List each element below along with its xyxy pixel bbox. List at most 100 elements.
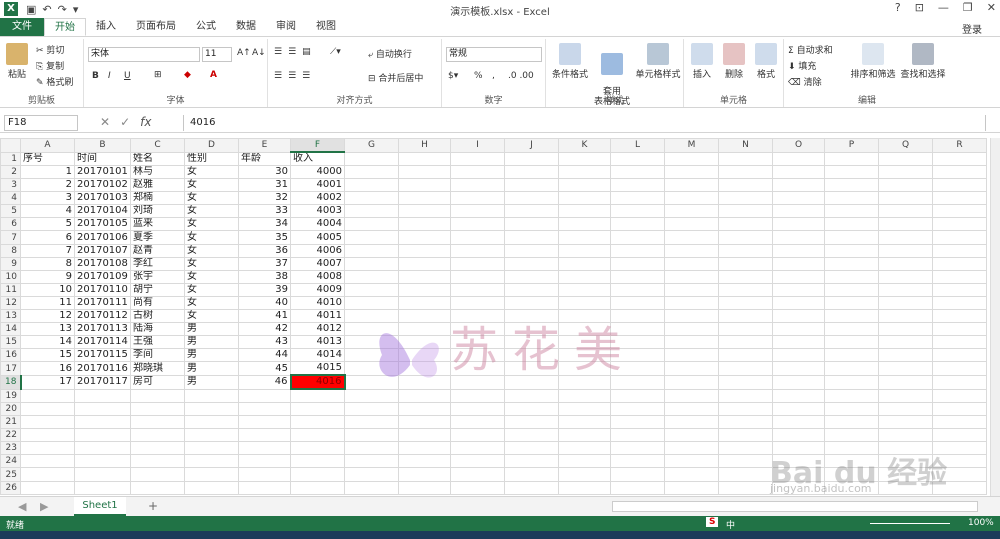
cell[interactable] bbox=[932, 401, 987, 417]
cell[interactable] bbox=[610, 454, 665, 469]
cell[interactable] bbox=[344, 428, 399, 443]
cell[interactable] bbox=[878, 322, 933, 337]
save-icon[interactable]: ▣ bbox=[26, 3, 36, 16]
cell[interactable] bbox=[718, 269, 773, 284]
cell[interactable] bbox=[664, 415, 719, 430]
cell[interactable] bbox=[878, 335, 933, 350]
cell[interactable] bbox=[398, 230, 451, 245]
cell[interactable] bbox=[664, 322, 719, 337]
cell[interactable] bbox=[184, 454, 239, 469]
cell[interactable] bbox=[184, 441, 239, 456]
row-header[interactable]: 5 bbox=[0, 204, 21, 219]
tab-view[interactable]: 视图 bbox=[306, 18, 346, 36]
cell[interactable] bbox=[344, 178, 399, 193]
cell[interactable]: 4002 bbox=[290, 191, 345, 206]
cell[interactable] bbox=[558, 243, 611, 258]
cell[interactable] bbox=[130, 401, 185, 417]
cell[interactable] bbox=[932, 204, 987, 219]
cell[interactable]: 4012 bbox=[290, 322, 345, 337]
cell[interactable]: 33 bbox=[238, 204, 291, 219]
cell[interactable] bbox=[932, 282, 987, 297]
column-header[interactable]: C bbox=[130, 138, 185, 153]
cell[interactable] bbox=[824, 230, 879, 245]
cell[interactable] bbox=[398, 164, 451, 180]
row-header[interactable]: 15 bbox=[0, 335, 21, 350]
cell[interactable] bbox=[344, 164, 399, 180]
tab-review[interactable]: 审阅 bbox=[266, 18, 306, 36]
row-header[interactable]: 16 bbox=[0, 348, 21, 363]
cell[interactable]: 男 bbox=[184, 348, 239, 363]
cell[interactable] bbox=[610, 415, 665, 430]
cell[interactable] bbox=[664, 454, 719, 469]
cell[interactable] bbox=[504, 230, 559, 245]
cell[interactable] bbox=[772, 243, 825, 258]
cell[interactable]: 收入 bbox=[290, 151, 345, 166]
row-header[interactable]: 26 bbox=[0, 480, 21, 495]
cell[interactable] bbox=[664, 480, 719, 495]
prev-sheet-icon[interactable]: ◀ bbox=[18, 500, 26, 513]
cell[interactable] bbox=[772, 269, 825, 284]
cell[interactable]: 42 bbox=[238, 322, 291, 337]
increase-font-icon[interactable]: A↑ bbox=[237, 48, 251, 58]
tab-page-layout[interactable]: 页面布局 bbox=[126, 18, 186, 36]
cell[interactable]: 20170105 bbox=[74, 217, 131, 232]
insert-cells-button[interactable]: 插入 bbox=[688, 43, 716, 80]
cell[interactable] bbox=[398, 191, 451, 206]
column-header[interactable]: O bbox=[772, 138, 825, 153]
row-header[interactable]: 21 bbox=[0, 415, 21, 430]
cell[interactable]: 34 bbox=[238, 217, 291, 232]
cell[interactable] bbox=[772, 204, 825, 219]
add-sheet-button[interactable]: + bbox=[148, 499, 158, 513]
cell[interactable]: 4009 bbox=[290, 282, 345, 297]
cell[interactable] bbox=[130, 441, 185, 456]
cell[interactable] bbox=[344, 217, 399, 232]
number-format-select[interactable]: 常规 bbox=[446, 47, 542, 62]
cell[interactable]: 男 bbox=[184, 361, 239, 376]
cell[interactable] bbox=[878, 282, 933, 297]
row-header[interactable]: 6 bbox=[0, 217, 21, 232]
cell[interactable] bbox=[932, 348, 987, 363]
row-header[interactable]: 2 bbox=[0, 164, 21, 180]
cell[interactable] bbox=[238, 441, 291, 456]
cell[interactable]: 20170113 bbox=[74, 322, 131, 337]
cell[interactable]: 36 bbox=[238, 243, 291, 258]
row-header[interactable]: 18 bbox=[0, 374, 22, 390]
cell[interactable]: 陆海 bbox=[130, 322, 185, 337]
cell[interactable] bbox=[398, 243, 451, 258]
cell[interactable] bbox=[398, 204, 451, 219]
column-header[interactable]: D bbox=[184, 138, 239, 153]
cell[interactable] bbox=[932, 217, 987, 232]
cell[interactable] bbox=[238, 467, 291, 482]
cell[interactable] bbox=[610, 256, 665, 271]
cell[interactable] bbox=[398, 401, 451, 417]
cell[interactable] bbox=[664, 361, 719, 376]
cell[interactable] bbox=[74, 388, 131, 404]
cell[interactable] bbox=[664, 401, 719, 417]
cell[interactable] bbox=[20, 388, 75, 404]
cell[interactable] bbox=[20, 480, 75, 495]
cell[interactable] bbox=[664, 374, 719, 390]
cut-button[interactable]: ✂ 剪切 bbox=[36, 43, 64, 56]
cell[interactable]: 1 bbox=[20, 164, 75, 180]
font-color-icon[interactable]: A bbox=[210, 70, 217, 80]
cell[interactable]: 12 bbox=[20, 309, 75, 324]
cell[interactable] bbox=[664, 191, 719, 206]
cell[interactable] bbox=[290, 388, 345, 404]
cell[interactable] bbox=[450, 441, 505, 456]
cell[interactable] bbox=[718, 217, 773, 232]
cell[interactable] bbox=[718, 415, 773, 430]
cell[interactable] bbox=[290, 467, 345, 482]
cell[interactable] bbox=[450, 388, 505, 404]
cell[interactable] bbox=[664, 348, 719, 363]
cell[interactable] bbox=[558, 191, 611, 206]
cell[interactable]: 女 bbox=[184, 164, 239, 180]
cell[interactable]: 尚有 bbox=[130, 295, 185, 311]
cell[interactable]: 31 bbox=[238, 178, 291, 193]
cell[interactable] bbox=[504, 243, 559, 258]
cell[interactable] bbox=[772, 256, 825, 271]
cell[interactable]: 20170112 bbox=[74, 309, 131, 324]
login-link[interactable]: 登录 bbox=[962, 21, 982, 36]
cell[interactable]: 20170101 bbox=[74, 164, 131, 180]
cell[interactable]: 古树 bbox=[130, 309, 185, 324]
cell[interactable] bbox=[398, 388, 451, 404]
